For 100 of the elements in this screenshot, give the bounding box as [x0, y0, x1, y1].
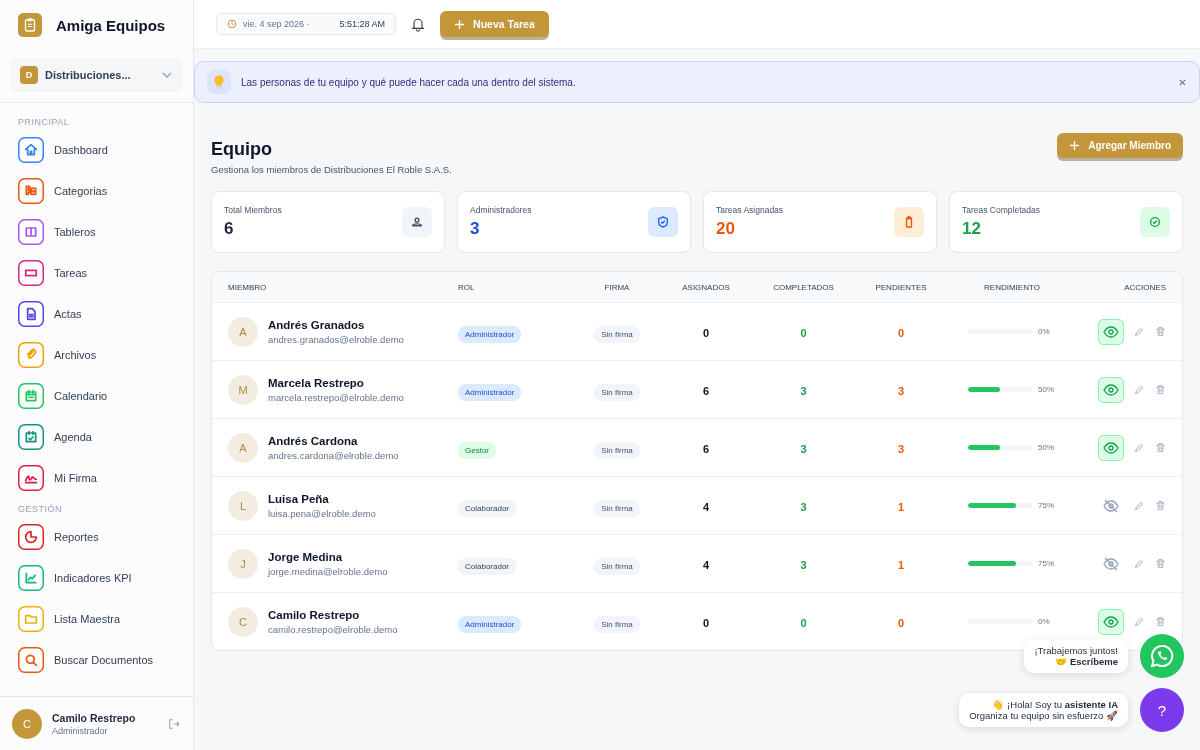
stat-icon	[648, 207, 678, 237]
completed-count: 0	[800, 326, 807, 339]
assigned-count: 0	[702, 616, 710, 629]
view-icon[interactable]	[1098, 376, 1124, 403]
signature-status: Sin firma	[594, 557, 640, 575]
assigned-count: 4	[702, 558, 710, 571]
assigned-count: 6	[702, 442, 710, 455]
user-avatar: C	[12, 708, 42, 739]
completed-count: 3	[800, 500, 807, 513]
member-email: camilo.restrepo@elroble.demo	[268, 623, 398, 635]
pending-count: 1	[897, 558, 905, 571]
logout-icon[interactable]	[167, 716, 181, 731]
sidebar-item[interactable]: Agenda	[18, 416, 175, 457]
organization-selector[interactable]: D Distribuciones...	[10, 58, 183, 92]
delete-icon[interactable]	[1155, 558, 1166, 569]
stat-label: Total Miembros	[224, 205, 282, 215]
role-badge: Administrador	[458, 615, 522, 633]
sidebar-item[interactable]: Calendario	[18, 375, 175, 416]
view-icon[interactable]	[1098, 608, 1124, 635]
delete-icon[interactable]	[1155, 442, 1166, 453]
performance-percent: 75%	[1038, 559, 1055, 568]
performance-percent: 50%	[1038, 443, 1055, 452]
view-icon[interactable]	[1098, 434, 1124, 461]
edit-icon[interactable]	[1134, 442, 1145, 453]
pending-count: 0	[897, 616, 905, 629]
signature-status: Sin firma	[594, 441, 640, 459]
section-heading: PRINCIPAL	[18, 117, 71, 127]
delete-icon[interactable]	[1155, 326, 1166, 337]
stat-icon	[1140, 207, 1170, 237]
delete-icon[interactable]	[1155, 500, 1166, 511]
role-badge: Gestor	[458, 441, 496, 459]
stat-value: 3	[470, 219, 481, 239]
sidebar-item[interactable]: Tableros	[18, 211, 175, 252]
delete-icon[interactable]	[1155, 384, 1166, 395]
stat-label: Administradores	[470, 205, 532, 215]
assigned-count: 0	[702, 326, 710, 339]
sidebar-item[interactable]: Mi Firma	[18, 457, 175, 498]
sidebar-item[interactable]: Buscar Documentos	[18, 639, 175, 680]
sidebar-item[interactable]: Indicadores KPI	[18, 557, 175, 598]
performance-bar	[968, 445, 1032, 450]
performance-bar	[968, 503, 1032, 508]
stat-value: 20	[716, 219, 736, 239]
member-email: luisa.pena@elroble.demo	[268, 507, 376, 519]
app-name: Amiga Equipos	[56, 16, 166, 34]
user-name: Camilo Restrepo	[52, 711, 137, 724]
member-email: andres.granados@elroble.demo	[268, 333, 404, 345]
notification-bell-icon[interactable]	[410, 16, 427, 32]
chat-invite-bubble: ¡Trabajemos juntos! 🤝 Escríbeme	[1024, 639, 1128, 673]
edit-icon[interactable]	[1134, 558, 1145, 569]
column-header: ACCIONES	[1124, 282, 1166, 292]
column-header: MIEMBRO	[228, 282, 268, 292]
lightbulb-icon	[207, 70, 231, 94]
member-avatar: M	[228, 374, 258, 405]
member-name: Luisa Peña	[268, 492, 330, 505]
view-icon[interactable]	[1098, 318, 1124, 345]
member-name: Marcela Restrepo	[268, 376, 365, 389]
member-name: Andrés Granados	[268, 318, 366, 331]
assistant-bubble: 👋 ¡Hola! Soy tu asistente IA Organiza tu equipo sin esfuerzo 🚀	[959, 693, 1128, 727]
completed-count: 3	[800, 558, 807, 571]
edit-icon[interactable]	[1134, 500, 1145, 511]
performance-percent: 0%	[1038, 327, 1051, 336]
member-avatar: A	[228, 432, 258, 463]
stat-value: 12	[962, 219, 982, 239]
sidebar-item[interactable]: Tareas	[18, 252, 175, 293]
member-email: jorge.medina@elroble.demo	[268, 565, 388, 577]
page-title: Equipo	[211, 139, 273, 160]
sidebar-item[interactable]: Lista Maestra	[18, 598, 175, 639]
column-header: FIRMA	[603, 282, 631, 292]
section-heading: GESTIÓN	[18, 504, 63, 514]
edit-icon[interactable]	[1134, 616, 1145, 627]
pending-count: 1	[897, 500, 905, 513]
edit-icon[interactable]	[1134, 384, 1145, 395]
member-name: Jorge Medina	[268, 550, 344, 563]
user-role: Administrador	[52, 725, 109, 736]
column-header: ASIGNADOS	[681, 282, 731, 292]
role-badge: Colaborador	[458, 499, 517, 517]
completed-count: 3	[800, 442, 807, 455]
sidebar-item[interactable]: Actas	[18, 293, 175, 334]
sidebar-item[interactable]: Archivos	[18, 334, 175, 375]
role-badge: Colaborador	[458, 557, 517, 575]
pending-count: 3	[897, 384, 905, 397]
delete-icon[interactable]	[1155, 616, 1166, 627]
date-time-display: vie. 4 sep 2026 · 5:51:28 AM	[216, 13, 397, 35]
close-icon[interactable]	[1178, 77, 1187, 87]
stat-label: Tareas Asignadas	[716, 205, 784, 215]
completed-count: 0	[800, 616, 807, 629]
sidebar-item[interactable]: Dashboard	[18, 129, 175, 170]
column-header: ROL	[458, 282, 476, 292]
stat-icon	[894, 207, 924, 237]
clock-icon	[227, 19, 237, 29]
performance-bar	[968, 387, 1032, 392]
edit-icon[interactable]	[1134, 326, 1145, 337]
sidebar-item[interactable]: Reportes	[18, 516, 175, 557]
column-header: PENDIENTES	[874, 282, 928, 292]
sidebar-item[interactable]: Categorias	[18, 170, 175, 211]
whatsapp-chat-button[interactable]	[1140, 634, 1184, 678]
assistant-help-button[interactable]: ?	[1140, 688, 1184, 732]
pending-count: 0	[897, 326, 905, 339]
completed-count: 3	[800, 384, 807, 397]
stat-icon	[402, 207, 432, 237]
